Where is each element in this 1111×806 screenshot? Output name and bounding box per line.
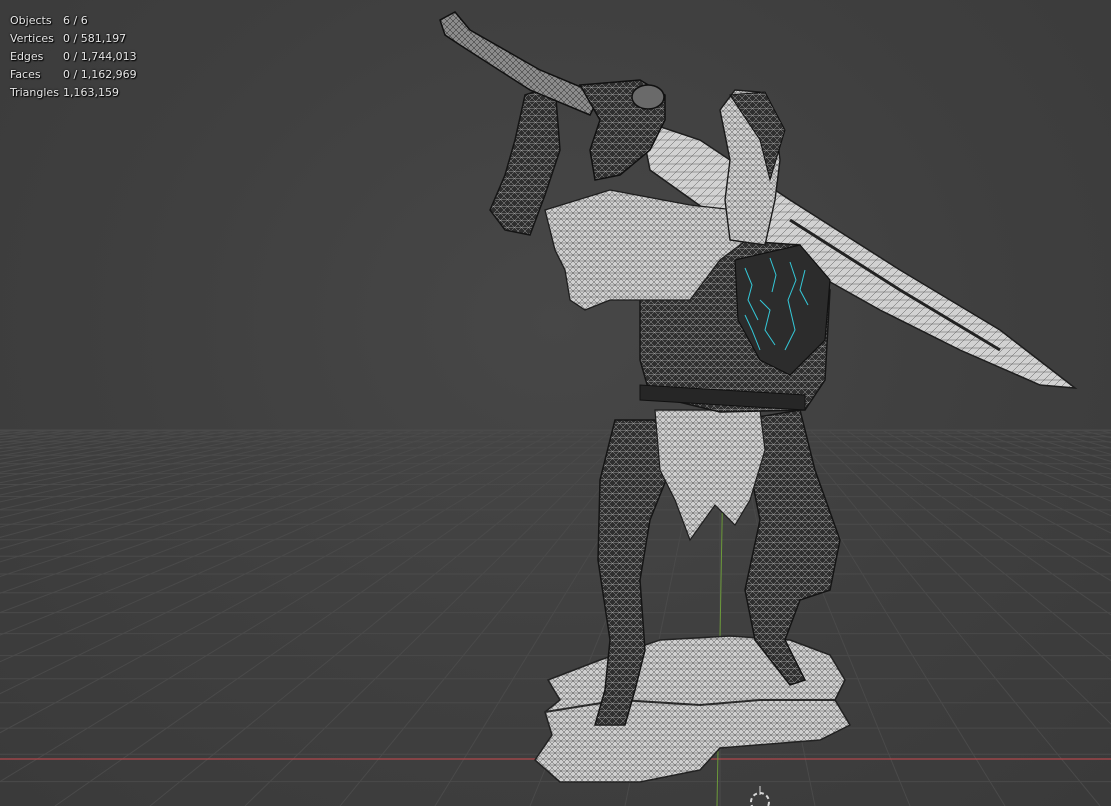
grid-line <box>0 429 55 438</box>
grid-line <box>0 429 487 614</box>
stat-value: 6 / 6 <box>63 14 88 27</box>
grid-line <box>0 429 181 460</box>
3d-cursor-icon[interactable] <box>750 786 770 806</box>
grid-line <box>881 429 1111 555</box>
model-sword-grip <box>439 11 602 116</box>
grid-line <box>899 429 1111 534</box>
grid-line <box>0 429 37 436</box>
stat-value: 0 / 581,197 <box>63 32 127 45</box>
stat-row-triangles: Triangles 1,163,159 <box>10 84 137 102</box>
grid-line <box>0 429 415 550</box>
grid-line <box>0 429 253 478</box>
grid-line <box>0 429 541 695</box>
grid-line <box>0 429 217 469</box>
stat-label: Faces <box>10 68 41 81</box>
grid-line <box>791 429 1101 806</box>
stat-value: 0 / 1,744,013 <box>63 50 137 63</box>
stat-label: Vertices <box>10 32 54 45</box>
grid-line <box>0 429 91 444</box>
grid-line <box>809 429 1111 725</box>
stat-row-faces: Faces 0 / 1,162,969 <box>10 66 137 84</box>
grid-line <box>1079 429 1111 439</box>
stat-value: 0 / 1,162,969 <box>63 68 137 81</box>
grid-line <box>1025 429 1111 455</box>
stat-row-edges: Edges 0 / 1,744,013 <box>10 48 137 66</box>
stat-row-vertices: Vertices 0 / 581,197 <box>10 30 137 48</box>
grid-line <box>845 429 1111 616</box>
stat-label: Triangles <box>10 86 59 99</box>
grid-line <box>54 429 595 806</box>
viewport-scene[interactable] <box>0 0 1111 806</box>
grid-line <box>0 429 163 457</box>
grid-line <box>971 429 1111 480</box>
grid-line <box>827 429 1111 661</box>
viewport-statistics-overlay: Objects 6 / 6 Vertices 0 / 581,197 Edges… <box>10 12 137 102</box>
model-loincloth <box>654 409 766 542</box>
stat-row-objects: Objects 6 / 6 <box>10 12 137 30</box>
stat-value: 1,163,159 <box>63 86 119 99</box>
grid-line <box>0 429 127 450</box>
grid-line <box>0 429 523 663</box>
3d-viewport[interactable]: Objects 6 / 6 Vertices 0 / 581,197 Edges… <box>0 0 1111 806</box>
grid-line <box>0 429 343 511</box>
grid-line <box>0 429 109 447</box>
grid-line <box>0 429 505 636</box>
grid-line <box>953 429 1111 490</box>
grid-line <box>935 429 1111 502</box>
grid-line <box>989 429 1111 470</box>
stat-label: Edges <box>10 50 44 63</box>
grid-line <box>0 429 235 473</box>
stat-label: Objects <box>10 14 52 27</box>
model-base-rock <box>534 635 852 783</box>
grid-line <box>0 429 559 734</box>
model-pommel <box>631 84 665 110</box>
grid-line <box>0 429 451 578</box>
grid-line <box>0 429 577 783</box>
grid-line <box>0 429 307 496</box>
knight-model[interactable] <box>439 11 1078 783</box>
